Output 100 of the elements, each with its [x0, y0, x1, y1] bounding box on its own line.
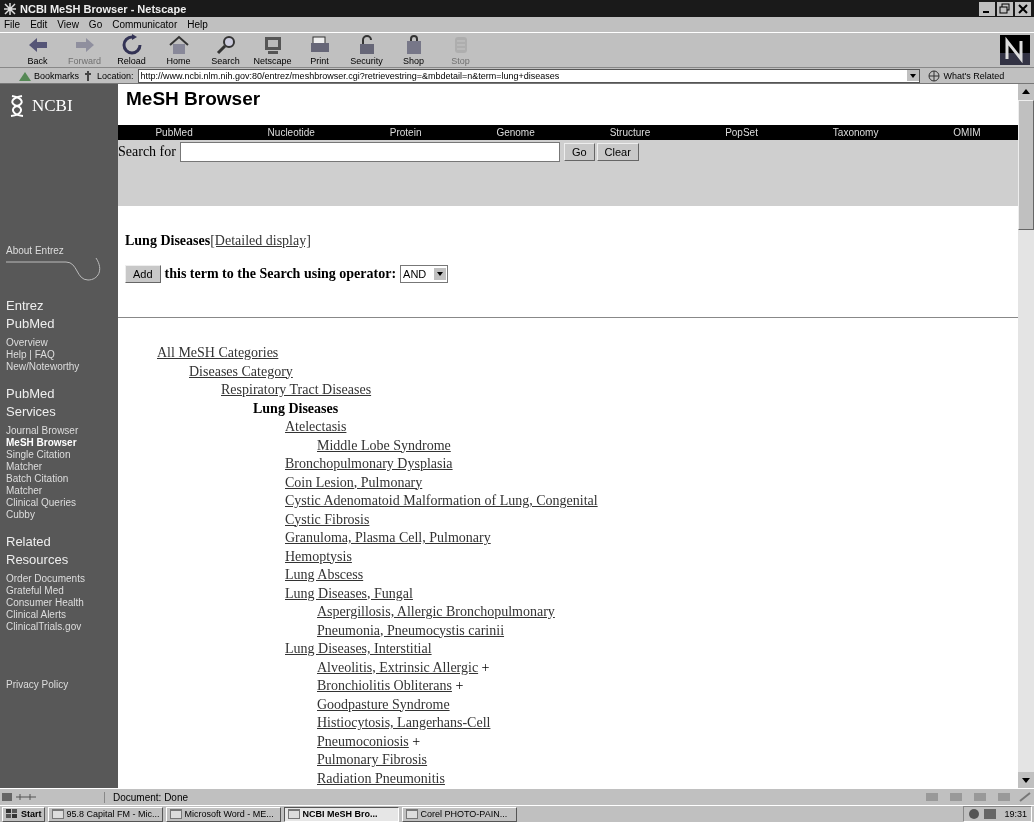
sidebar-link[interactable]: Grateful Med — [6, 585, 102, 597]
sidebar-link[interactable]: Help | FAQ — [6, 349, 102, 361]
toolbar-button[interactable]: Netscape — [249, 34, 296, 66]
search-label: Search for — [118, 144, 176, 161]
sidebar-link[interactable]: About Entrez — [6, 245, 118, 256]
menu-item[interactable]: Go — [88, 19, 103, 30]
magnifier-icon — [214, 34, 237, 56]
search-field[interactable] — [179, 142, 560, 163]
nav-link[interactable]: PopSet — [725, 126, 758, 138]
bookmarks-button[interactable]: Bookmarks — [18, 69, 79, 82]
toolbar-button[interactable]: Search — [202, 34, 249, 66]
sidebar-link[interactable]: Journal Browser — [6, 425, 102, 437]
start-button[interactable]: Start — [2, 806, 45, 822]
windows-logo-icon — [5, 808, 19, 820]
go-button[interactable]: Go — [563, 143, 595, 162]
tree-link[interactable]: Histiocytosis, Langerhans-Cell — [317, 715, 491, 730]
sidebar-link[interactable]: Consumer Health — [6, 597, 102, 609]
nav-link[interactable]: OMIM — [953, 126, 981, 138]
nav-link[interactable]: Genome — [496, 126, 535, 138]
tree-link[interactable]: Bronchiolitis Obliterans — [317, 678, 452, 693]
clear-button[interactable]: Clear — [596, 143, 639, 162]
expand-marker: + — [411, 733, 421, 749]
nav-link[interactable]: PubMed — [155, 126, 193, 138]
toolbar-button[interactable]: Back — [14, 34, 61, 66]
sidebar-link[interactable]: Clinical Queries — [6, 497, 102, 509]
scroll-down-icon — [1018, 772, 1034, 788]
minimize-button[interactable] — [979, 1, 995, 16]
nav-link[interactable]: Nucleotide — [267, 126, 315, 138]
tree-link[interactable]: Hemoptysis — [285, 548, 352, 564]
sidebar-link[interactable]: Clinical Alerts — [6, 609, 102, 621]
tree-link[interactable]: Cystic Fibrosis — [285, 511, 370, 527]
expand-marker: + — [454, 678, 464, 693]
tree-link[interactable]: Bronchopulmonary Dysplasia — [285, 456, 453, 471]
tree-link[interactable]: Pneumoconiosis — [317, 733, 409, 749]
tree-link[interactable]: Lung Abscess — [285, 567, 364, 582]
scroll-up-icon — [1018, 84, 1034, 100]
page-title: MeSH Browser — [125, 87, 262, 111]
clock: 19:31 — [1004, 809, 1027, 819]
tree-link[interactable]: All MeSH Categories — [157, 345, 279, 360]
toolbar-button[interactable]: Reload — [108, 34, 155, 66]
whats-related-button[interactable]: What's Related — [927, 69, 1005, 82]
sidebar-heading: Related Resources — [6, 533, 70, 569]
sidebar-link[interactable]: Cubby — [6, 509, 102, 521]
tree-link[interactable]: Coin Lesion, Pulmonary — [285, 474, 423, 490]
location-field[interactable]: http://www.ncbi.nlm.nih.gov:80/entrez/meshbrowser.cgi?retrievestring=&mbdetail=n&term=lung+diseases — [137, 68, 920, 83]
menu-item[interactable]: View — [57, 19, 79, 30]
sidebar-link[interactable]: Overview — [6, 337, 102, 349]
add-button[interactable]: Add — [125, 265, 161, 283]
scroll-thumb[interactable] — [1018, 100, 1034, 230]
tree-link[interactable]: Diseases Category — [189, 363, 293, 379]
tree-link[interactable]: Pulmonary Fibrosis — [317, 752, 428, 767]
house-icon — [167, 34, 190, 56]
sidebar-link[interactable]: Order Documents — [6, 573, 102, 585]
close-button[interactable] — [1015, 1, 1031, 16]
sidebar-link[interactable]: ClinicalTrials.gov — [6, 621, 102, 633]
operator-dropdown[interactable]: AND — [400, 265, 449, 283]
menu-item[interactable]: Communicator — [112, 19, 178, 30]
tree-link[interactable]: Lung Diseases, Fungal — [285, 585, 413, 601]
reload-icon — [120, 34, 143, 56]
taskbar-button[interactable]: NCBI MeSH Bro... — [283, 806, 399, 822]
toolbar-button[interactable]: Shop — [390, 34, 437, 66]
menu-item[interactable]: File — [4, 19, 21, 30]
nav-link[interactable]: Structure — [609, 126, 651, 138]
tree-link[interactable]: Goodpasture Syndrome — [317, 696, 450, 712]
expand-marker: + — [480, 659, 490, 675]
tree-link[interactable]: Radiation Pneumonitis — [317, 770, 445, 786]
window-icon — [286, 808, 301, 820]
tree-link[interactable]: Pneumonia, Pneumocystis carinii — [317, 622, 505, 638]
toolbar-button[interactable]: Security — [343, 34, 390, 66]
scrollbar[interactable] — [1018, 84, 1034, 788]
toolbar-button[interactable]: Home — [155, 34, 202, 66]
tree-link[interactable]: Middle Lobe Syndrome — [317, 437, 451, 453]
sidebar-link[interactable]: MeSH Browser — [6, 437, 102, 449]
nav-link[interactable]: Protein — [389, 126, 422, 138]
sidebar-link[interactable]: Batch Citation Matcher — [6, 473, 102, 497]
tree-link[interactable]: Atelectasis — [285, 419, 347, 434]
tree-link[interactable]: Respiratory Tract Diseases — [221, 382, 372, 397]
sidebar-link[interactable]: Privacy Policy — [6, 679, 118, 690]
sidebar-heading: PubMed Services — [6, 385, 57, 421]
restore-button[interactable] — [997, 1, 1013, 16]
sidebar-link[interactable]: New/Noteworthy — [6, 361, 102, 373]
toolbar-button[interactable]: Print — [296, 34, 343, 66]
menu-item[interactable]: Edit — [30, 19, 48, 30]
menu-item[interactable]: Help — [187, 19, 208, 30]
sidebar-heading: Entrez PubMed — [6, 297, 56, 333]
tree-link[interactable]: Alveolitis, Extrinsic Allergic — [317, 659, 479, 675]
tree-link[interactable]: Lung Diseases, Interstitial — [285, 641, 432, 656]
tree-link[interactable]: Cystic Adenomatoid Malformation of Lung, Congenital — [285, 493, 598, 508]
app-icon — [3, 1, 17, 16]
sidebar-link[interactable]: Single Citation Matcher — [6, 449, 102, 473]
window-icon — [404, 808, 419, 820]
taskbar-button[interactable]: Microsoft Word - ME... — [165, 806, 281, 822]
detailed-display-link[interactable]: [Detailed display] — [210, 233, 311, 248]
nav-link[interactable]: Taxonomy — [832, 126, 879, 138]
current-term: Lung Diseases — [253, 400, 339, 416]
tree-link[interactable]: Aspergillosis, Allergic Bronchopulmonary — [317, 604, 555, 619]
taskbar-button[interactable]: 95.8 Capital FM - Mic... — [47, 806, 163, 822]
tree-link[interactable]: Granuloma, Plasma Cell, Pulmonary — [285, 530, 491, 545]
logo-text: NCBI — [32, 96, 73, 116]
taskbar-button[interactable]: Corel PHOTO-PAIN... — [401, 806, 517, 822]
